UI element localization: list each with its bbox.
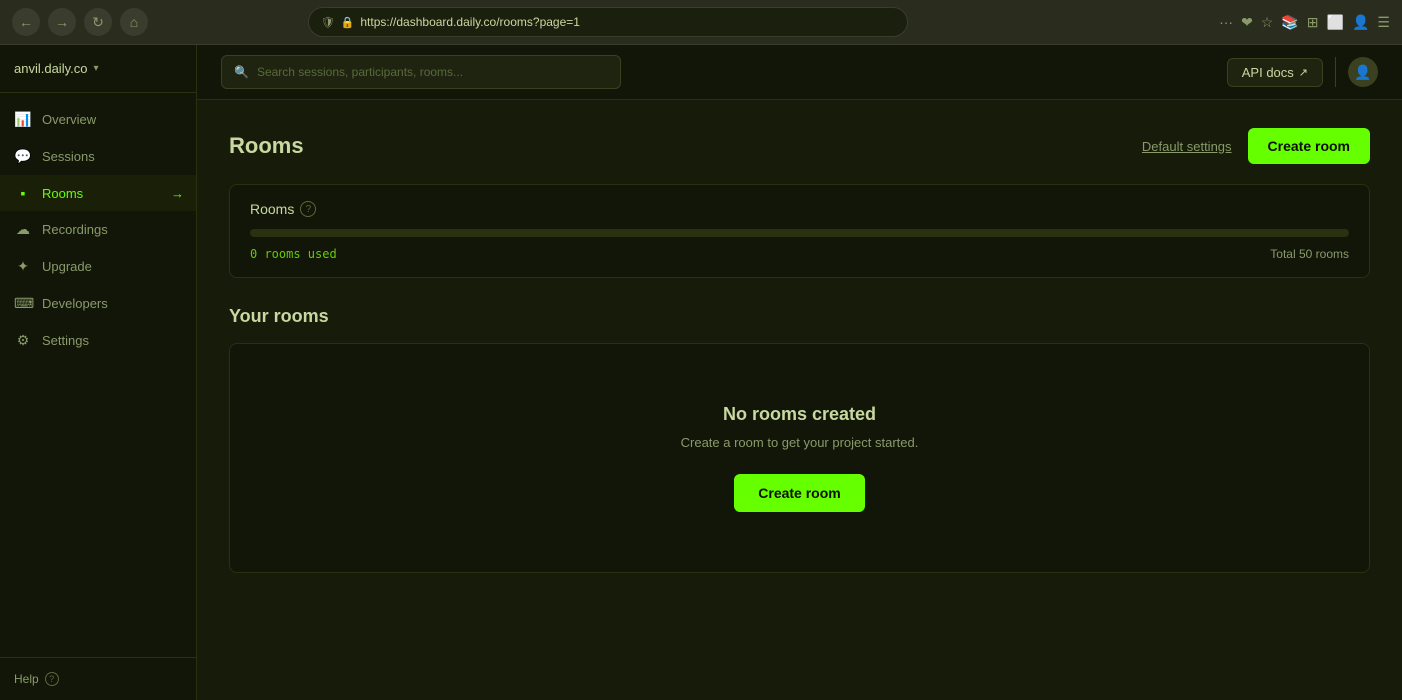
more-button[interactable]: ··· bbox=[1219, 14, 1233, 30]
browser-toolbar-right: ··· ❤ ☆ 📚 ⊞ ⬜ 👤 ☰ bbox=[1219, 14, 1390, 31]
sidebar-item-settings[interactable]: ⚙ Settings bbox=[0, 322, 196, 359]
tab-grid-icon[interactable]: ⊞ bbox=[1307, 14, 1319, 31]
refresh-button[interactable]: ↻ bbox=[84, 8, 112, 36]
sidebar-item-overview[interactable]: 📊 Overview bbox=[0, 101, 196, 138]
sidebar-label-rooms: Rooms bbox=[42, 186, 83, 201]
star-icon[interactable]: ☆ bbox=[1261, 14, 1274, 31]
empty-rooms-title: No rooms created bbox=[250, 404, 1349, 425]
app-right: 🔍 Search sessions, participants, rooms..… bbox=[197, 45, 1402, 700]
rooms-usage-row: 0 rooms used Total 50 rooms bbox=[250, 247, 1349, 261]
lock-icon: 🔒 bbox=[341, 16, 355, 29]
rooms-used-text: 0 rooms used bbox=[250, 247, 337, 261]
sidebar-label-overview: Overview bbox=[42, 112, 96, 127]
security-icon: 🛡 bbox=[321, 16, 335, 29]
sidebar-label-settings: Settings bbox=[42, 333, 89, 348]
search-bar[interactable]: 🔍 Search sessions, participants, rooms..… bbox=[221, 55, 621, 89]
workspace-chevron-icon: ▾ bbox=[93, 63, 98, 74]
sidebar-label-recordings: Recordings bbox=[42, 222, 108, 237]
upgrade-icon: ✦ bbox=[14, 258, 32, 275]
help-info-icon: ? bbox=[45, 672, 59, 686]
recordings-icon: ☁ bbox=[14, 221, 32, 238]
rooms-card-header: Rooms ? bbox=[250, 201, 1349, 217]
your-rooms-title: Your rooms bbox=[229, 306, 1370, 327]
rooms-progress-bar bbox=[250, 229, 1349, 237]
sidebar-label-developers: Developers bbox=[42, 296, 108, 311]
rooms-total-text: Total 50 rooms bbox=[1270, 247, 1349, 261]
section-actions: Default settings Create room bbox=[1142, 128, 1370, 164]
rooms-section-header: Rooms Default settings Create room bbox=[229, 128, 1370, 164]
sidebar: anvil.daily.co ▾ 📊 Overview 💬 Sessions ▪… bbox=[0, 45, 197, 700]
sessions-icon: 💬 bbox=[14, 148, 32, 165]
url-bar[interactable]: 🛡 🔒 https://dashboard.daily.co/rooms?pag… bbox=[308, 7, 908, 37]
pocket-icon[interactable]: ❤ bbox=[1241, 14, 1253, 31]
rooms-card-title: Rooms bbox=[250, 201, 294, 217]
rooms-usage-card: Rooms ? 0 rooms used Total 50 rooms bbox=[229, 184, 1370, 278]
workspace-name: anvil.daily.co bbox=[14, 61, 87, 76]
sidebar-item-recordings[interactable]: ☁ Recordings bbox=[0, 211, 196, 248]
topbar-divider bbox=[1335, 57, 1336, 87]
main-content: Rooms Default settings Create room Rooms… bbox=[197, 100, 1402, 700]
topbar: 🔍 Search sessions, participants, rooms..… bbox=[197, 45, 1402, 100]
empty-rooms-subtitle: Create a room to get your project starte… bbox=[250, 435, 1349, 450]
default-settings-link[interactable]: Default settings bbox=[1142, 139, 1232, 154]
sidebar-item-sessions[interactable]: 💬 Sessions bbox=[0, 138, 196, 175]
overview-icon: 📊 bbox=[14, 111, 32, 128]
create-room-center-button[interactable]: Create room bbox=[734, 474, 864, 512]
url-text: https://dashboard.daily.co/rooms?page=1 bbox=[360, 15, 580, 29]
topbar-right: API docs ↗ 👤 bbox=[1227, 57, 1378, 87]
user-icon: 👤 bbox=[1354, 64, 1371, 81]
external-link-icon: ↗ bbox=[1299, 66, 1308, 79]
rooms-info-icon[interactable]: ? bbox=[300, 201, 316, 217]
sidebar-item-rooms[interactable]: ▪ Rooms bbox=[0, 175, 196, 211]
user-avatar[interactable]: 👤 bbox=[1348, 57, 1378, 87]
app-container: anvil.daily.co ▾ 📊 Overview 💬 Sessions ▪… bbox=[0, 45, 1402, 700]
api-docs-button[interactable]: API docs ↗ bbox=[1227, 58, 1323, 87]
settings-icon: ⚙ bbox=[14, 332, 32, 349]
menu-icon[interactable]: ☰ bbox=[1377, 14, 1390, 31]
sidebar-nav: 📊 Overview 💬 Sessions ▪ Rooms ☁ Recordin… bbox=[0, 93, 196, 657]
library-icon[interactable]: 📚 bbox=[1281, 14, 1298, 31]
page-title: Rooms bbox=[229, 133, 304, 159]
profile-icon[interactable]: 👤 bbox=[1352, 14, 1369, 31]
forward-button[interactable]: → bbox=[48, 8, 76, 36]
sidebar-footer-help[interactable]: Help ? bbox=[0, 657, 196, 700]
sidebar-item-upgrade[interactable]: ✦ Upgrade bbox=[0, 248, 196, 285]
sidebar-item-developers[interactable]: ⌨ Developers bbox=[0, 285, 196, 322]
window-icon[interactable]: ⬜ bbox=[1327, 14, 1344, 31]
back-button[interactable]: ← bbox=[12, 8, 40, 36]
search-icon: 🔍 bbox=[234, 65, 249, 79]
developers-icon: ⌨ bbox=[14, 295, 32, 312]
help-label: Help bbox=[14, 672, 39, 686]
search-placeholder: Search sessions, participants, rooms... bbox=[257, 65, 463, 79]
create-room-top-button[interactable]: Create room bbox=[1248, 128, 1370, 164]
sidebar-header[interactable]: anvil.daily.co ▾ bbox=[0, 45, 196, 93]
empty-rooms-card: No rooms created Create a room to get yo… bbox=[229, 343, 1370, 573]
rooms-icon: ▪ bbox=[14, 185, 32, 201]
browser-chrome: ← → ↻ ⌂ 🛡 🔒 https://dashboard.daily.co/r… bbox=[0, 0, 1402, 45]
home-button[interactable]: ⌂ bbox=[120, 8, 148, 36]
sidebar-label-upgrade: Upgrade bbox=[42, 259, 92, 274]
api-docs-label: API docs bbox=[1242, 65, 1294, 80]
sidebar-label-sessions: Sessions bbox=[42, 149, 95, 164]
